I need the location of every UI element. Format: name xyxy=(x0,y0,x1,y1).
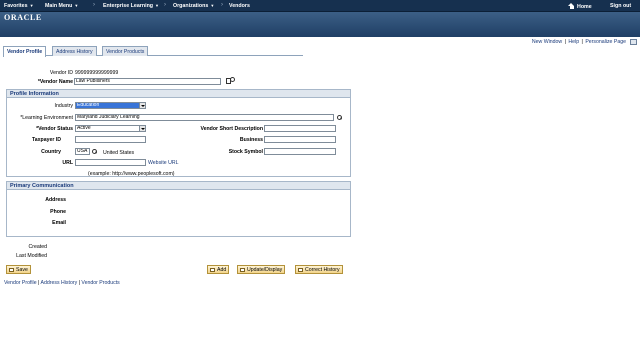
taxpayer-id-input[interactable] xyxy=(75,136,146,143)
vendor-status-value: Active xyxy=(77,125,91,131)
update-display-button[interactable]: Update/Display xyxy=(237,265,286,274)
favorites-label: Favorites xyxy=(4,3,28,9)
link-separator: | xyxy=(563,39,568,45)
breadcrumb-enterprise-learning[interactable]: Enterprise Learning ▼ xyxy=(103,3,159,9)
last-modified-label: Last Modified xyxy=(16,253,47,259)
industry-select[interactable]: Education xyxy=(75,102,146,109)
country-description: United States xyxy=(103,150,135,156)
taxpayer-id-label: Taxpayer ID xyxy=(31,137,61,143)
business-label: Business xyxy=(239,137,263,143)
tab-address-history[interactable]: Address History xyxy=(52,46,97,56)
created-label: Created xyxy=(28,244,47,250)
add-label: Add xyxy=(217,267,227,273)
url-label: URL xyxy=(62,160,73,166)
profile-information-header: Profile Information xyxy=(7,90,350,98)
bottom-link-vendor-profile[interactable]: Vendor Profile xyxy=(4,280,37,286)
bottom-link-address-history[interactable]: Address History xyxy=(41,280,78,286)
breadcrumb-separator-icon: › xyxy=(93,2,95,8)
bottom-links: Vendor Profile | Address History | Vendo… xyxy=(4,280,120,286)
chevron-down-icon xyxy=(139,126,145,131)
chevron-down-icon: ▼ xyxy=(155,3,160,8)
link-separator: | xyxy=(580,39,585,45)
bottom-link-vendor-products[interactable]: Vendor Products xyxy=(81,280,119,286)
home-link[interactable]: Home xyxy=(568,3,592,10)
page-tabs: Vendor Profile Address History Vendor Pr… xyxy=(3,46,303,57)
industry-value: Education xyxy=(77,102,100,108)
search-icon[interactable] xyxy=(92,149,97,154)
learning-environment-label: *Learning Environment xyxy=(20,115,73,121)
main-menu[interactable]: Main Menu ▼ xyxy=(45,3,78,9)
save-button[interactable]: Save xyxy=(6,265,31,274)
top-nav-bar: Favorites ▼ Main Menu ▼ › Enterprise Learn… xyxy=(0,0,640,12)
vendor-short-description-label: Vendor Short Description xyxy=(200,126,263,132)
new-window-link[interactable]: New Window xyxy=(532,39,562,45)
breadcrumb-vendors[interactable]: Vendors xyxy=(229,3,250,9)
breadcrumb-label: Enterprise Learning xyxy=(103,3,154,9)
vendor-name-label: *Vendor Name xyxy=(37,79,73,85)
vendor-name-input[interactable]: Law Publishers xyxy=(74,78,221,85)
related-content-icon[interactable] xyxy=(226,77,235,84)
vendor-status-select[interactable]: Active xyxy=(75,125,146,132)
chevron-down-icon: ▼ xyxy=(210,3,215,8)
country-label: Country xyxy=(41,149,61,155)
vendor-id-label: Vendor ID xyxy=(49,70,73,76)
page-links: New Window | Help | Personalize Page xyxy=(532,39,626,45)
breadcrumb-separator-icon: › xyxy=(164,2,166,8)
save-icon xyxy=(9,267,14,272)
correct-history-button[interactable]: Correct History xyxy=(295,265,343,274)
personalize-page-link[interactable]: Personalize Page xyxy=(585,39,626,45)
chevron-down-icon xyxy=(139,103,145,108)
update-label: Update/Display xyxy=(247,267,283,273)
primary-communication-header: Primary Communication xyxy=(7,182,350,190)
correct-history-label: Correct History xyxy=(305,267,340,273)
vendor-id-value: 999999999999999 xyxy=(75,70,119,76)
url-input[interactable] xyxy=(75,159,146,166)
home-label: Home xyxy=(577,4,592,10)
search-icon[interactable] xyxy=(337,115,342,120)
sign-out-link[interactable]: Sign out xyxy=(610,3,631,9)
address-label: Address xyxy=(45,197,66,203)
breadcrumb-organizations[interactable]: Organizations ▼ xyxy=(173,3,214,9)
chevron-down-icon: ▼ xyxy=(74,3,79,8)
favorites-menu[interactable]: Favorites ▼ xyxy=(4,3,34,9)
tab-vendor-profile[interactable]: Vendor Profile xyxy=(3,46,47,57)
breadcrumb-separator-icon: › xyxy=(221,2,223,8)
header-banner: ORACLE xyxy=(0,12,640,37)
oracle-logo: ORACLE xyxy=(4,13,42,22)
home-icon xyxy=(568,3,575,9)
stock-symbol-label: Stock Symbol xyxy=(228,149,263,155)
email-label: Email xyxy=(52,220,66,226)
industry-label: Industry xyxy=(54,103,73,109)
save-label: Save xyxy=(16,267,28,273)
learning-environment-input[interactable]: Maryland Judiciary Learning xyxy=(75,114,334,121)
add-button[interactable]: Add xyxy=(207,265,230,274)
tab-vendor-products[interactable]: Vendor Products xyxy=(102,46,149,56)
vendor-short-description-input[interactable] xyxy=(264,125,336,132)
website-url-link[interactable]: Website URL xyxy=(148,160,178,166)
resize-icon[interactable] xyxy=(630,39,637,45)
update-icon xyxy=(240,267,245,272)
add-icon xyxy=(210,267,215,272)
main-menu-label: Main Menu xyxy=(45,3,73,9)
help-link[interactable]: Help xyxy=(568,39,579,45)
vendor-status-label: *Vendor Status xyxy=(36,126,73,132)
chevron-down-icon: ▼ xyxy=(29,3,34,8)
country-input[interactable]: USA xyxy=(75,148,90,155)
url-example-text: (example: http://www.peoplesoft.com) xyxy=(88,171,175,177)
stock-symbol-input[interactable] xyxy=(264,148,336,155)
breadcrumb-label: Organizations xyxy=(173,3,209,9)
business-input[interactable] xyxy=(264,136,336,143)
history-icon xyxy=(298,267,303,272)
phone-label: Phone xyxy=(50,209,66,215)
